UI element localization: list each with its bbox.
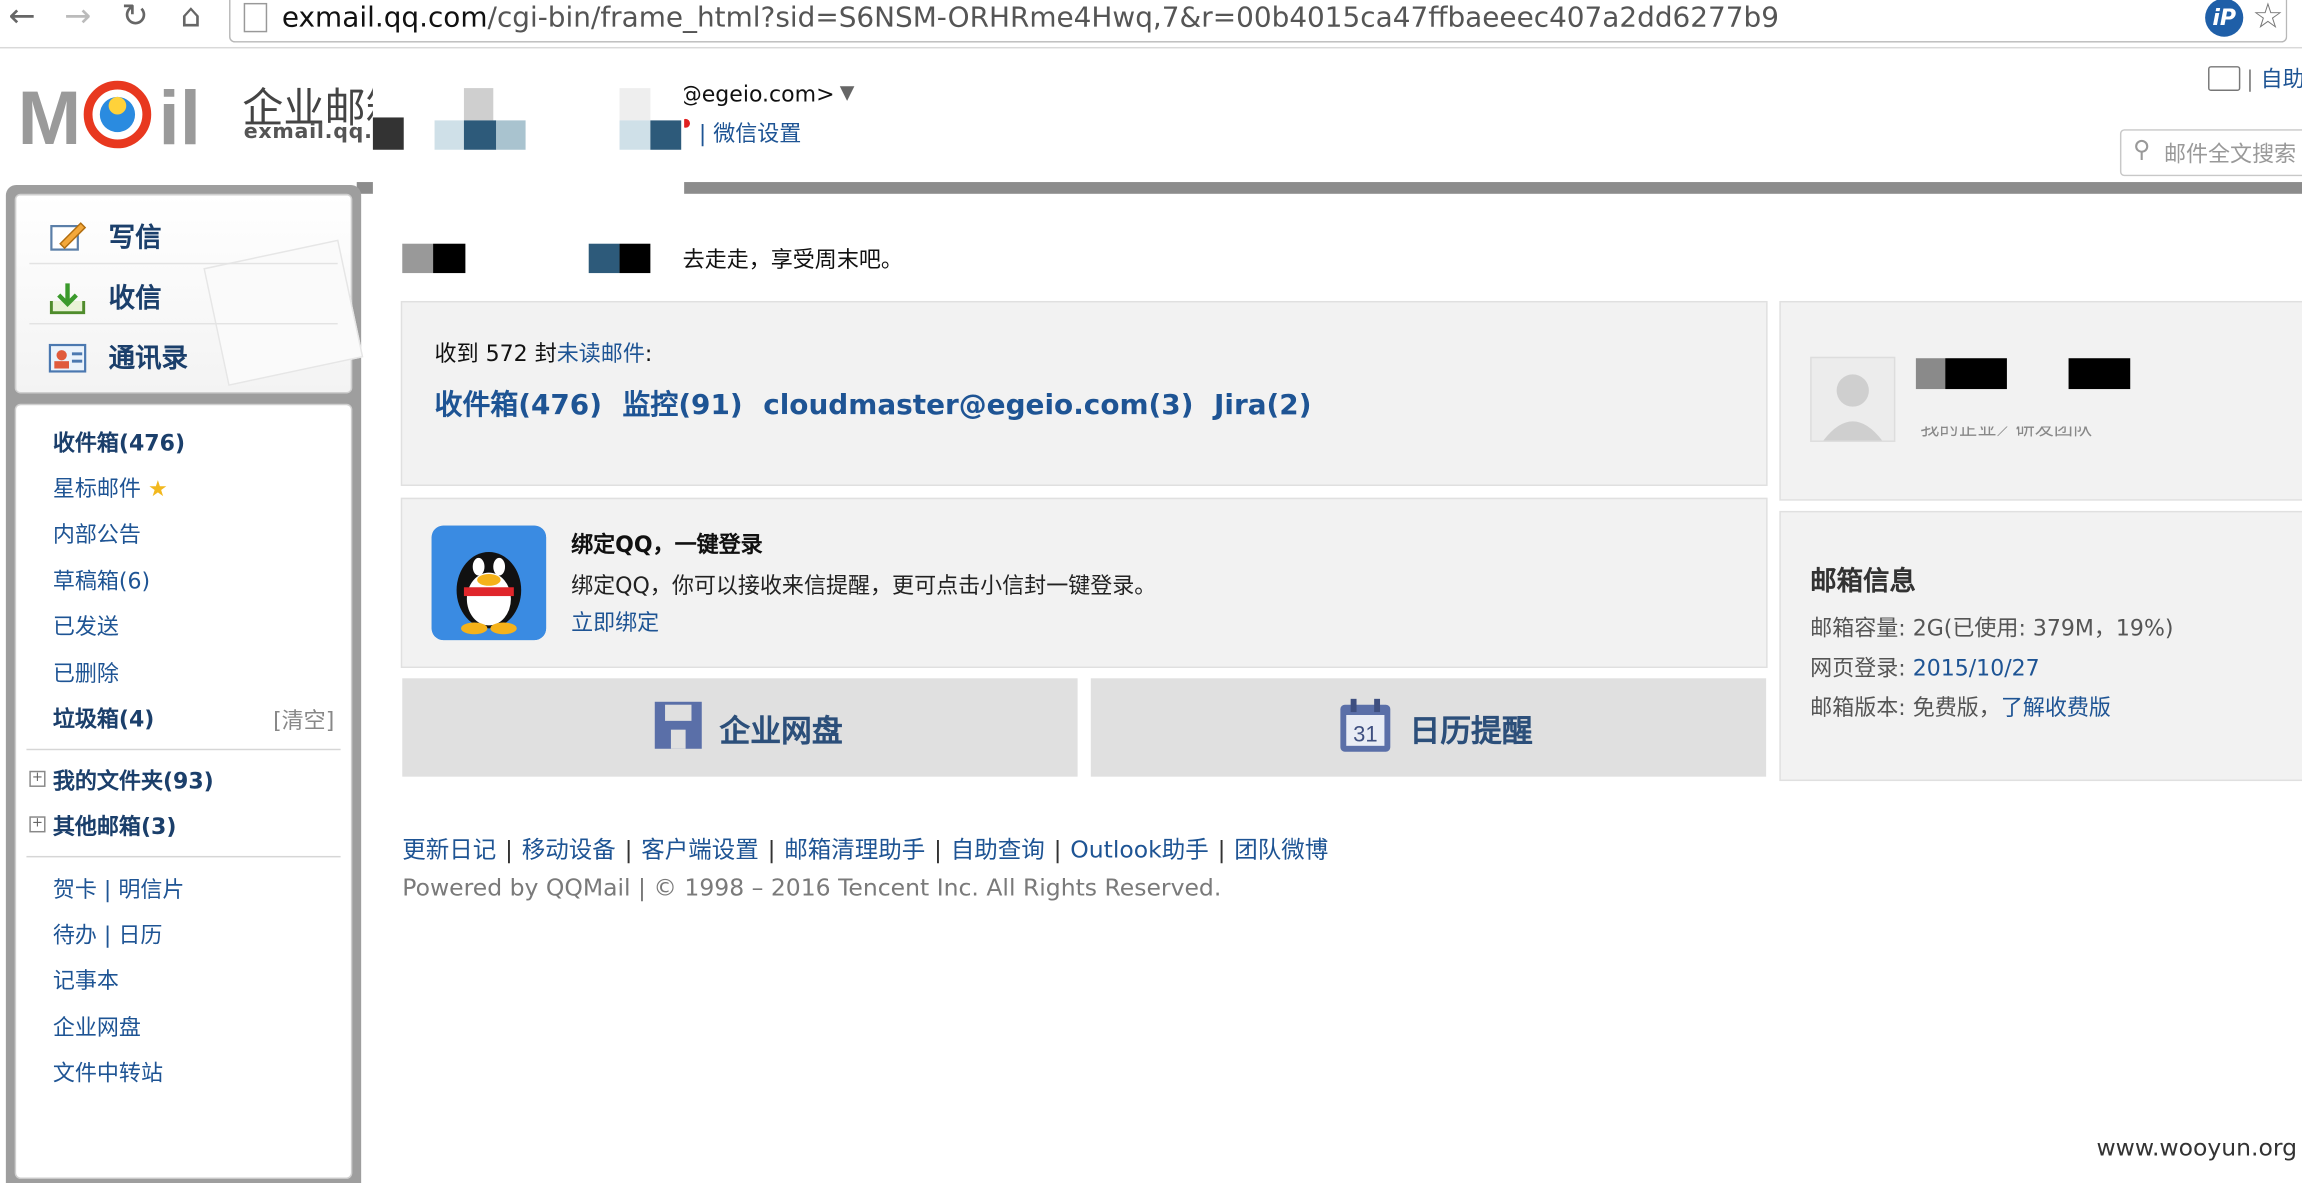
compose-button[interactable]: 写信 [48,211,327,267]
home-icon[interactable]: ⌂ [172,0,210,38]
star-icon: ★ [147,475,168,503]
mailbox-info-panel [1779,510,2302,782]
compose-icon [50,222,87,251]
account-dropdown-icon[interactable]: ▼ [840,82,855,104]
reload-icon[interactable]: ↻ [116,0,154,38]
back-icon[interactable]: ← [3,0,41,38]
other-mailboxes[interactable]: 其他邮箱(3) [53,810,177,841]
unread-folder-links: 收件箱(476) 监控(91) cloudmaster@egeio.com(3) Ji… [435,383,1332,423]
forward-icon[interactable]: → [59,0,97,38]
receive-icon [49,283,86,315]
user-account[interactable]: @egeio.com> [680,81,835,107]
redacted-name [1915,358,1946,390]
qq-penguin-icon [431,525,547,641]
disk-icon [654,701,702,749]
version-row: 邮箱版本: 免费版，了解收费版 [1810,694,2111,721]
footer-outlook-link[interactable]: Outlook助手 [1070,835,1208,863]
my-folders[interactable]: 我的文件夹(93) [53,765,214,796]
bind-qq-description: 绑定QQ，你可以接收来信提醒，更可点击小信封一键登录。 [571,572,1157,600]
contacts-button[interactable]: 通讯录 [48,332,327,388]
footer-links: 更新日记 | 移动设备 | 客户端设置 | 邮箱清理助手 | 自助查询 | Outlook助手 | 团队… [402,835,1329,864]
todo-calendar-link[interactable]: 待办 | 日历 [53,919,163,950]
unread-mail-link[interactable]: 未读邮件 [557,341,645,367]
calendar-icon: 31 [1340,698,1391,752]
wechat-settings-link[interactable]: | 微信设置 [699,117,802,148]
folder-drafts[interactable]: 草稿箱(6) [53,565,150,596]
divider [29,322,338,325]
footer-changelog-link[interactable]: 更新日记 [402,835,496,863]
contacts-icon [48,343,87,373]
calendar-reminder-button[interactable]: 31 日历提醒 [1090,678,1767,777]
footer-cleanup-link[interactable]: 邮箱清理助手 [784,835,925,863]
avatar[interactable] [1810,356,1896,442]
netdisk-link[interactable]: 企业网盘 [53,1012,141,1043]
redacted-name [2068,358,2131,390]
greeting-text: 去走走，享受周末吧。 [682,246,903,274]
self-service-link[interactable]: | 自助 [2246,63,2302,94]
folder-sent[interactable]: 已发送 [53,611,119,642]
file-transfer-link[interactable]: 文件中转站 [53,1057,163,1088]
folder-announcements[interactable]: 内部公告 [53,518,141,549]
search-icon: ⚲ [2133,135,2151,163]
capacity-row: 邮箱容量: 2G(已使用: 379M，19%) [1810,615,2174,642]
folder-inbox[interactable]: 收件箱(476) [53,427,185,458]
bookmark-star-icon[interactable]: ☆ [2252,0,2284,37]
page-icon [243,2,268,33]
expand-icon[interactable]: + [29,816,46,833]
folder-starred[interactable]: 星标邮件 ★ [53,473,168,504]
unread-inbox-link[interactable]: 收件箱(476) [435,389,602,421]
divider [29,262,338,265]
mailbox-info-title: 邮箱信息 [1810,566,1916,598]
receive-button[interactable]: 收信 [48,272,327,328]
netdisk-button[interactable]: 企业网盘 [402,678,1078,777]
footer-weibo-link[interactable]: 团队微博 [1234,835,1328,863]
footer-client-link[interactable]: 客户端设置 [641,835,758,863]
unread-summary: 收到 572 封未读邮件: [434,340,653,368]
unread-monitor-link[interactable]: 监控(91) [623,389,743,421]
url-text[interactable]: exmail.qq.com/cgi-bin/frame_html?sid=S6N… [282,1,1779,33]
cards-postcards-link[interactable]: 贺卡 | 明信片 [53,874,185,905]
unread-cloudmaster-link[interactable]: cloudmaster@egeio.com(3) [763,389,1193,421]
footer-selfquery-link[interactable]: 自助查询 [951,835,1045,863]
page: ← → ↻ ⌂ exmail.qq.com/cgi-bin/frame_html… [0,0,2302,1183]
watermark: www.wooyun.org [2096,1133,2298,1162]
copyright: Powered by QQMail | © 1998 – 2016 Tencen… [402,873,1222,902]
svg-text:il: il [159,76,201,149]
divider [26,855,341,858]
empty-junk-link[interactable]: [清空] [273,705,334,736]
unread-jira-link[interactable]: Jira(2) [1214,389,1311,421]
footer-mobile-link[interactable]: 移动设备 [522,835,616,863]
qq-mail-logo: M il [18,76,201,149]
expand-icon[interactable]: + [29,770,46,787]
bind-qq-title: 绑定QQ，一键登录 [571,531,763,558]
upgrade-link[interactable]: 了解收费版 [2001,694,2111,720]
search-placeholder: 邮件全文搜索 [2163,140,2297,168]
bind-qq-link[interactable]: 立即绑定 [571,606,659,637]
redacted-region [372,58,685,309]
folder-deleted[interactable]: 已删除 [53,658,119,689]
last-login-row: 网页登录: 2015/10/27 [1810,654,2040,682]
svg-text:31: 31 [1353,721,1377,746]
notebook-link[interactable]: 记事本 [53,965,119,996]
redacted-name [1945,358,2007,390]
svg-text:M: M [18,76,82,149]
folder-junk[interactable]: 垃圾箱(4) [53,703,155,734]
keyboard-icon[interactable] [2208,66,2241,92]
divider [26,748,341,751]
ip-extension-icon[interactable]: iP [2205,0,2244,37]
